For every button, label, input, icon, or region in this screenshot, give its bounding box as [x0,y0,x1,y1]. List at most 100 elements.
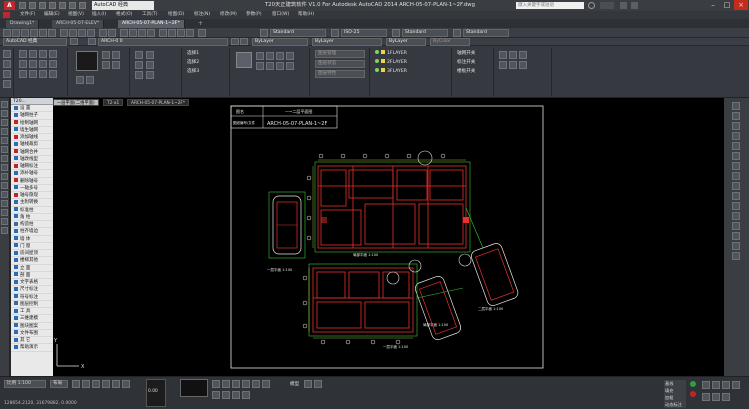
right-erase-icon[interactable] [732,102,740,110]
right-array-icon[interactable] [732,142,740,150]
select-icon-1[interactable] [135,51,143,59]
tpanel-item[interactable]: 柱齐墙边 [11,228,53,236]
dim-style-dropdown[interactable]: ISO-25 [341,29,387,37]
tpanel-item[interactable]: 标准柱 [11,207,53,214]
status-right-label-1[interactable]: 基线 [664,380,686,387]
workspace-dropdown[interactable]: AutoCAD 经典 [92,1,154,10]
floor-layer-row-2[interactable]: 2FLAYER [375,59,407,67]
status-alert-icon[interactable] [690,391,696,397]
toolbar-properties-icon[interactable] [159,29,167,37]
right-scale-icon[interactable] [732,172,740,180]
toolbar-zoom-icon[interactable] [129,29,137,37]
annotation-visibility-icon[interactable] [314,380,322,388]
workspace-combo[interactable]: AutoCAD 经典 [3,38,67,46]
text-style-dropdown[interactable]: Standard [270,29,326,37]
layout-tab-1[interactable]: 一层平面(二维平面) [53,99,99,106]
tpanel-item[interactable]: 立 面 [11,265,53,272]
status-clean-icon[interactable] [702,393,710,401]
toolbar-publish-icon[interactable] [48,29,56,37]
menu-insert[interactable]: 插入(I) [92,11,106,19]
status-osnap-icon[interactable] [112,380,120,388]
select-icon-2[interactable] [135,61,143,69]
save-as-icon[interactable] [49,2,56,9]
right-tool-1-icon[interactable] [499,51,507,59]
layer-on-icon[interactable] [256,62,264,70]
status-right-label-3[interactable]: 加粗 [664,394,686,401]
ribbon-line-icon[interactable] [3,60,11,68]
tpanel-item[interactable]: 尺寸标注 [11,286,53,294]
status-polar-icon[interactable] [102,380,110,388]
status-right-label-2[interactable]: 填充 [664,387,686,394]
tpanel-item[interactable]: 楼梯其他 [11,257,53,265]
new-tab-icon[interactable]: + [198,21,204,27]
toolbar-save-icon[interactable] [21,29,29,37]
lineweight-dropdown[interactable]: ByLayer [386,38,426,46]
status-workspace-icon[interactable] [702,381,710,389]
help-icon[interactable] [631,2,638,9]
select-icon-3[interactable] [135,71,143,79]
status-tool-6-icon[interactable] [262,380,270,388]
drawing-canvas[interactable]: 图名 一~二层平面图 图纸编号/文件 ARCH-05-07-PLAN-1~2F [53,98,724,376]
right-copy-icon[interactable] [732,112,740,120]
explode-icon[interactable] [49,70,57,78]
exchange-icon[interactable] [620,2,627,9]
toolbar-zoom-prev-icon[interactable] [147,29,155,37]
regen-icon[interactable] [102,61,110,69]
tpanel-item[interactable]: 轴网合并 [11,149,53,156]
view-label-1[interactable]: 选择1 [187,50,199,58]
layer-previous-icon[interactable] [240,38,248,45]
doc-tab-drawing1[interactable]: Drawing1* [6,20,40,28]
right-tool-5-icon[interactable] [509,61,517,69]
tpanel-item[interactable]: 轴线裁剪 [11,141,53,149]
toolbar-plot-icon[interactable] [30,29,38,37]
menu-file[interactable]: 文件(F) [20,11,35,19]
extend-icon[interactable] [49,60,57,68]
misc-combo-3[interactable]: 图层特性 [315,70,365,78]
right-move-icon[interactable] [732,152,740,160]
left-mtext-icon[interactable] [1,227,8,234]
layer-lock-icon[interactable] [286,52,294,60]
layer-thaw-icon[interactable] [276,62,284,70]
right-stretch-icon[interactable] [732,182,740,190]
toolbar-cut-icon[interactable] [60,29,68,37]
annotation-scale-icon[interactable] [304,380,312,388]
toolbar-pan-icon[interactable] [120,29,128,37]
toolbar-copy-icon[interactable] [69,29,77,37]
toolbar-design-center-icon[interactable] [168,29,176,37]
left-pline-icon[interactable] [1,119,8,126]
layout-tab-2[interactable]: T2-a1 [103,99,124,106]
select-similar-icon[interactable] [146,71,154,79]
rotate-icon[interactable] [39,50,47,58]
layer-manager-icon[interactable] [88,38,96,45]
open-file-icon[interactable] [29,2,36,9]
tpanel-item[interactable]: 剖 面 [11,272,53,279]
right-break-icon[interactable] [732,212,740,220]
drawing-svg[interactable]: 图名 一~二层平面图 图纸编号/文件 ARCH-05-07-PLAN-1~2F [53,98,724,376]
menu-format[interactable]: 格式(O) [116,11,132,19]
tpanel-item[interactable]: 文字表格 [11,279,53,287]
misc-combo-1[interactable]: 图层管理 [315,50,365,58]
layer-isolate-icon[interactable] [266,52,274,60]
status-ortho-icon[interactable] [92,380,100,388]
layer-dropdown[interactable]: ARCH-0 0 [98,38,228,46]
menu-app-icon[interactable] [3,12,10,18]
toolbar-open-icon[interactable] [12,29,20,37]
left-point-icon[interactable] [1,191,8,198]
left-xline-icon[interactable] [1,110,8,117]
status-tool-5-icon[interactable] [252,380,260,388]
toolbar-help-icon[interactable] [198,29,206,37]
viewport-preview[interactable] [180,379,208,397]
ribbon-arc-icon[interactable] [3,70,11,78]
floor-layer-row-3[interactable]: 3FLAYER [375,68,407,76]
save-icon[interactable] [39,2,46,9]
left-arc-icon[interactable] [1,146,8,153]
tpanel-item[interactable]: 三维建模 [11,315,53,323]
array-icon[interactable] [39,70,47,78]
menu-draw[interactable]: 绘图(D) [168,11,184,19]
slab-switch[interactable]: 楼板开关 [457,68,475,76]
tpanel-item[interactable]: 构造柱 [11,221,53,229]
left-ellipse-icon[interactable] [1,173,8,180]
status-otrack-icon[interactable] [122,380,130,388]
toolbar-preview-icon[interactable] [39,29,47,37]
layout-tab-3[interactable]: ARCH-05-07-PLAN-1~2F* [127,99,190,106]
